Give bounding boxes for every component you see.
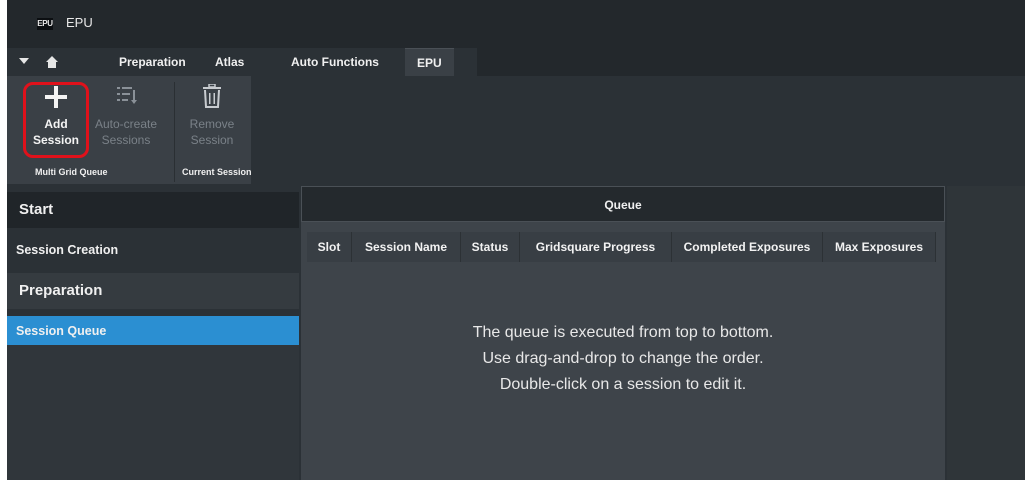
auto-create-sessions-button[interactable]: Auto-create Sessions — [91, 78, 161, 162]
empty-message-line3: Double-click on a session to edit it. — [499, 376, 747, 393]
group-label-multi-grid-queue: Multi Grid Queue — [35, 167, 108, 177]
home-icon[interactable] — [45, 55, 59, 69]
remove-session-label-line1: Remove — [189, 117, 235, 131]
column-header-slot[interactable]: Slot — [307, 232, 352, 262]
trash-icon — [203, 84, 221, 108]
nav-panel-empty — [7, 345, 299, 480]
auto-create-label-line1: Auto-create — [94, 117, 158, 131]
remove-session-label-line2: Session — [190, 133, 234, 147]
group-separator — [174, 82, 175, 182]
epu-logo: EPU — [37, 18, 53, 30]
nav-header-start: Start — [7, 192, 299, 228]
group-label-current-session: Current Session — [182, 167, 252, 177]
tab-atlas[interactable]: Atlas — [203, 48, 256, 76]
ribbon-empty-area — [251, 76, 1025, 184]
nav-item-session-queue[interactable]: Session Queue — [7, 316, 299, 346]
list-sort-icon — [117, 87, 137, 104]
column-header-status[interactable]: Status — [461, 232, 520, 262]
queue-panel: Queue Slot Session Name Status Gridsquar… — [301, 186, 945, 480]
nav-header-preparation: Preparation — [7, 273, 299, 309]
menu-dropdown-icon[interactable] — [19, 58, 29, 64]
column-header-completed-exposures[interactable]: Completed Exposures — [672, 232, 823, 262]
queue-list[interactable]: The queue is executed from top to bottom… — [301, 264, 945, 480]
window-title: EPU — [66, 15, 93, 30]
nav-item-session-creation[interactable]: Session Creation — [7, 235, 299, 265]
right-side-panel — [947, 186, 1025, 480]
queue-title: Queue — [301, 186, 945, 222]
highlight-ring — [23, 82, 89, 158]
tab-preparation[interactable]: Preparation — [107, 48, 198, 76]
empty-message-line2: Use drag-and-drop to change the order. — [482, 350, 764, 367]
auto-create-label-line2: Sessions — [101, 133, 151, 147]
empty-message-line1: The queue is executed from top to bottom… — [472, 324, 774, 341]
title-bar: EPU EPU — [7, 0, 1025, 48]
tab-auto-functions[interactable]: Auto Functions — [279, 48, 391, 76]
epu-application: EPU EPU Preparation Atlas Auto Functions… — [7, 0, 1025, 480]
column-header-gridsquare-progress[interactable]: Gridsquare Progress — [520, 232, 672, 262]
column-header-max-exposures[interactable]: Max Exposures — [823, 232, 936, 262]
tab-epu[interactable]: EPU — [405, 48, 454, 77]
remove-session-button[interactable]: Remove Session — [177, 78, 247, 162]
column-header-session-name[interactable]: Session Name — [352, 232, 461, 262]
